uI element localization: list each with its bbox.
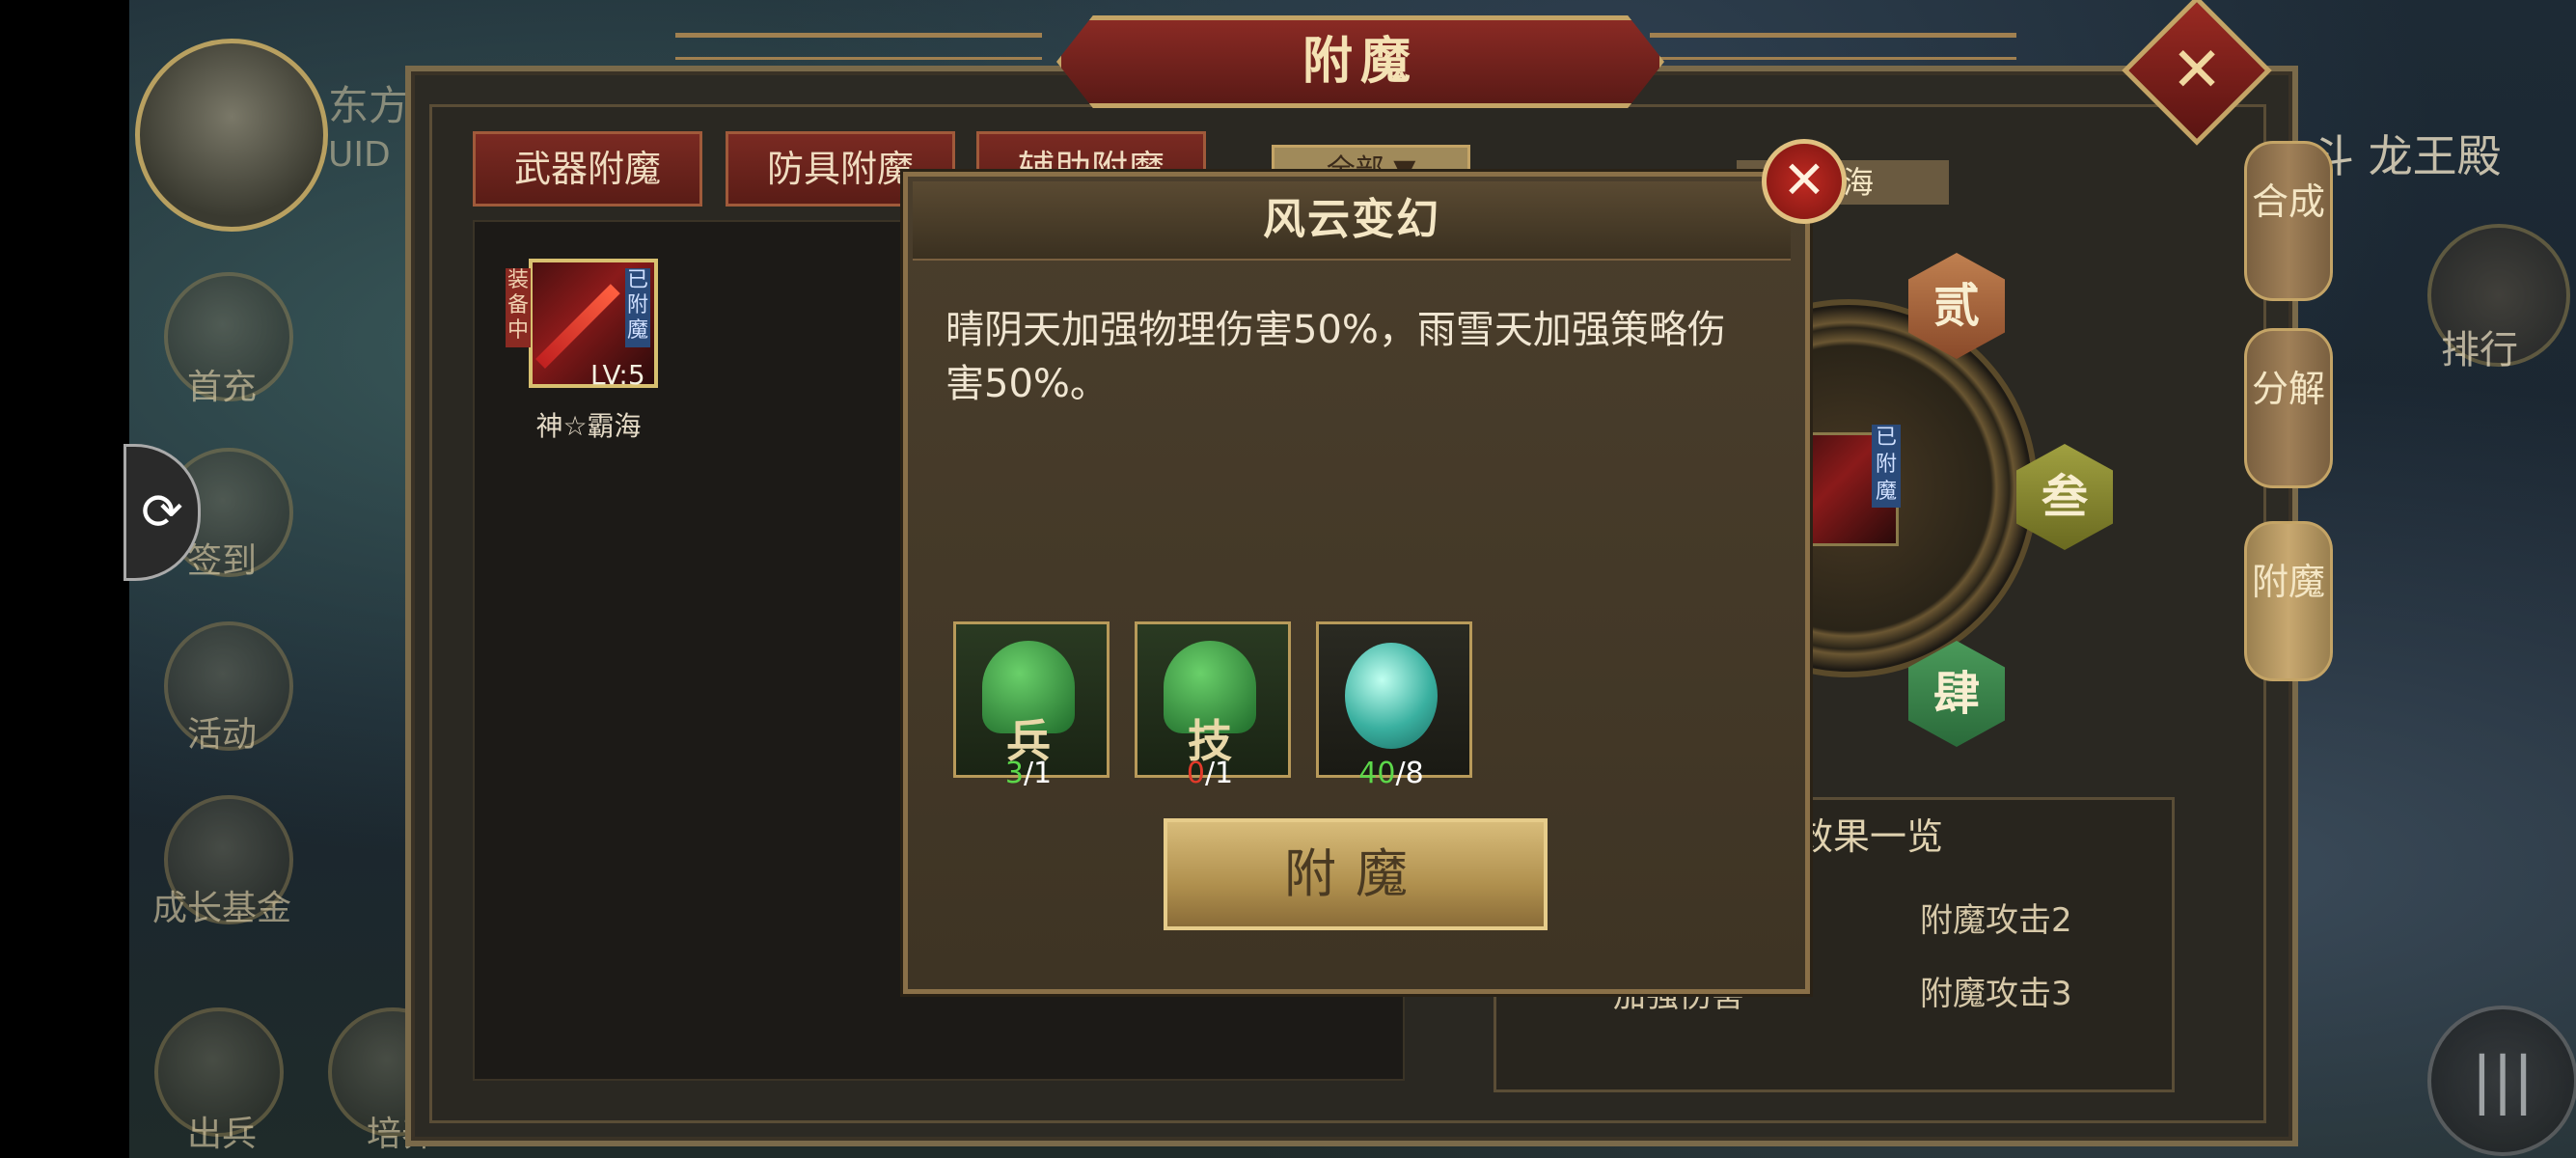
- material-count: 3/1: [953, 757, 1104, 790]
- material-have: 40: [1358, 757, 1396, 790]
- dispatch-label: 出兵: [186, 1115, 257, 1154]
- player-avatar[interactable]: [135, 39, 328, 232]
- rank-label: 排行: [2441, 328, 2518, 372]
- tab-enchant[interactable]: 附魔: [2244, 521, 2333, 681]
- dialog-title: 风云变幻: [1263, 195, 1440, 244]
- effect-row-right: 附魔攻击3: [1920, 975, 2072, 1013]
- effect-row-right: 附魔攻击2: [1920, 901, 2072, 940]
- area-title: 斗 龙王殿: [2310, 130, 2502, 182]
- activity-label: 活动: [186, 715, 257, 755]
- equipped-badge: 装备中: [506, 268, 531, 347]
- close-icon[interactable]: ✕: [2144, 17, 2250, 124]
- material-need: /1: [1204, 757, 1234, 790]
- material-count: 40/8: [1316, 757, 1466, 790]
- player-uid: UID: [328, 135, 391, 175]
- panel-title: 附魔: [1056, 15, 1664, 108]
- tab-decompose[interactable]: 分解: [2244, 328, 2333, 488]
- material-need: /8: [1395, 757, 1424, 790]
- material-count: 0/1: [1135, 757, 1285, 790]
- center-enchanted-badge: 已附魔: [1872, 425, 1901, 508]
- tab-weapon-enchant[interactable]: 武器附魔: [473, 131, 702, 207]
- enchant-button[interactable]: 附魔: [1164, 818, 1548, 930]
- material-have: 3: [1004, 757, 1024, 790]
- material-have: 0: [1186, 757, 1205, 790]
- first-recharge-label: 首充: [186, 368, 257, 407]
- tab-synthesize[interactable]: 合成: [2244, 141, 2333, 301]
- enchanted-badge: 已附魔: [625, 268, 650, 347]
- item-name: 神☆霸海: [535, 410, 642, 442]
- title-ornament-right: [1650, 33, 2016, 60]
- player-name: 东方: [328, 82, 410, 129]
- dialog-close-button[interactable]: ✕: [1762, 139, 1847, 224]
- material-need: /1: [1023, 757, 1053, 790]
- title-ornament-left: [675, 33, 1042, 60]
- enchant-description: 晴阴天加强物理伤害50%，雨雪天加强策略伤害50%。: [945, 308, 1726, 406]
- growth-fund-label: 成长基金: [151, 889, 291, 928]
- menu-icon[interactable]: |||: [2427, 1006, 2576, 1156]
- item-level: LV:5: [590, 359, 645, 391]
- effects-title: 效果一览: [1796, 815, 1944, 858]
- gem-icon: [1345, 643, 1438, 749]
